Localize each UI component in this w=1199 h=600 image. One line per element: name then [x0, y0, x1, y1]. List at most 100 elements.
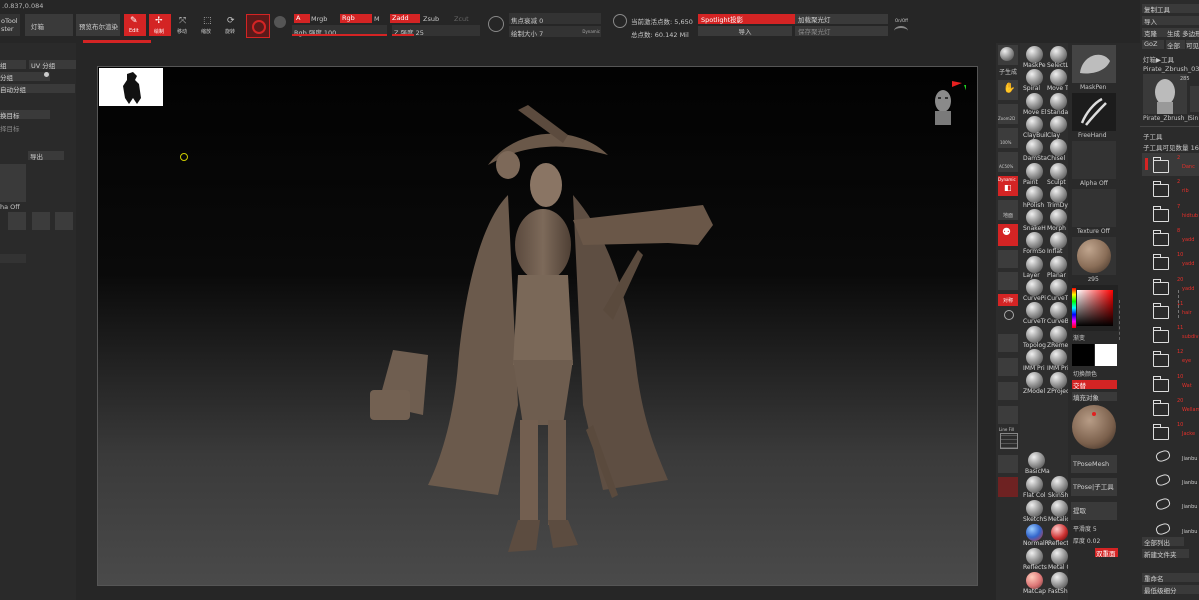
ac50-button[interactable]: AC50% [998, 152, 1018, 172]
scroll-button[interactable] [998, 45, 1018, 65]
subtool-item[interactable]: 20 yadd [1142, 275, 1199, 298]
subtool-item[interactable]: Jianbu [1142, 493, 1199, 516]
mode-m-toggle[interactable]: M [374, 15, 380, 23]
lightbox-button[interactable]: 灯箱 [25, 14, 73, 36]
alpha-tool-icon-2[interactable] [32, 212, 50, 230]
zcut-toggle[interactable]: Zcut [454, 15, 469, 23]
alpha-preview[interactable] [0, 164, 26, 202]
mode-rgb-toggle[interactable]: Rgb [340, 14, 372, 23]
brush-item[interactable]: IMM Pri [1023, 348, 1047, 372]
subtool-item[interactable]: 20 Wellam [1142, 396, 1199, 419]
z-intensity-slider[interactable]: Z 强度 25 [392, 25, 480, 37]
zoom2d-button[interactable]: Zoom2D [998, 104, 1018, 124]
material-item[interactable]: NormalR [1023, 524, 1049, 547]
navigation-thumbnail[interactable] [99, 68, 163, 106]
list-all-button[interactable]: 全部列出 [1142, 537, 1184, 547]
option-dot-icon[interactable] [44, 72, 49, 77]
brush-item[interactable]: CurveTr [1023, 302, 1047, 325]
color-picker[interactable] [1072, 285, 1118, 331]
tpose-mesh-button[interactable]: TPoseMesh [1071, 455, 1117, 473]
subtool-item[interactable]: 2 Danc [1142, 153, 1199, 176]
subtool-item[interactable]: 11 hair [1142, 299, 1199, 322]
secondary-color-swatch[interactable] [1072, 344, 1094, 366]
zoom-button[interactable]: ✋ [998, 80, 1018, 100]
maskpen-preview[interactable] [1072, 45, 1116, 83]
select-target-button[interactable]: 择目标 [0, 123, 20, 133]
freehand-stroke-preview[interactable] [1072, 93, 1116, 131]
hue-strip[interactable] [1072, 288, 1076, 328]
orientation-gizmo[interactable] [930, 79, 970, 129]
auto-groups-button[interactable]: 自动分组 [0, 84, 75, 94]
all-button[interactable]: 全部 [1166, 40, 1185, 50]
swap-target-button[interactable]: 换目标 [0, 110, 50, 120]
subtool-item[interactable]: 12 eye [1142, 347, 1199, 370]
focal-shift-slider[interactable]: 焦点衰减 0 [509, 13, 601, 25]
tool-name-panel[interactable]: oTool ster [0, 14, 20, 36]
brush-item[interactable]: DamSta [1023, 139, 1047, 162]
secondary-thumbnail[interactable] [1190, 86, 1199, 112]
import-tool-button[interactable]: 导入 [1142, 16, 1199, 26]
brush-item[interactable]: Move El [1023, 92, 1047, 116]
transp-button[interactable] [998, 455, 1018, 473]
floor-button[interactable]: 地面 [998, 200, 1018, 220]
subtool-item[interactable]: 11 subdiv [1142, 323, 1199, 346]
stroke-icon[interactable] [488, 16, 504, 32]
scale-3d-button[interactable] [998, 382, 1018, 400]
subtool-item[interactable]: 2 rib [1142, 177, 1199, 200]
brush-sphere-preview[interactable] [1072, 405, 1116, 449]
scale-button[interactable]: ⬚ 缩放 [199, 14, 219, 36]
brush-item[interactable]: ZModel [1023, 372, 1047, 395]
alpha-tool-icon-1[interactable] [8, 212, 26, 230]
brush-item[interactable]: Layer [1023, 255, 1047, 279]
material-slot[interactable] [1072, 237, 1116, 275]
primary-color-swatch[interactable] [1095, 344, 1117, 366]
draw-button[interactable]: ✢ 绘制 [149, 14, 171, 36]
fill-object-button[interactable]: 填充对象 [1072, 392, 1117, 402]
move-3d-button[interactable] [998, 358, 1018, 376]
subtool-item[interactable]: Jianbu [1142, 445, 1199, 468]
make-polymesh-button[interactable]: 生成 多边形网 [1166, 28, 1199, 37]
extract-button[interactable]: 提取 [1071, 502, 1117, 520]
local-button[interactable]: ⚉ [998, 224, 1018, 246]
smooth-slider[interactable]: 平滑度 5 [1073, 524, 1097, 533]
rotate-button[interactable]: ⟳ 旋转 [223, 14, 243, 36]
brush-item[interactable]: SnakeH [1023, 209, 1047, 232]
mode-mrgb-toggle[interactable]: Mrgb [311, 15, 327, 23]
preview-render-button[interactable]: 预览布尔渲染 [76, 14, 120, 36]
subtool-item[interactable]: 10 Wat [1142, 372, 1199, 395]
material-item[interactable]: BasicMa [1025, 452, 1050, 475]
save-spotlight-button[interactable]: 保存聚光灯 [795, 26, 888, 36]
brush-item[interactable]: ClayBuil [1023, 115, 1047, 139]
material-dot-icon[interactable] [274, 16, 286, 28]
rotate-axis-icon[interactable] [1004, 310, 1014, 320]
sym-button[interactable]: 对称 [998, 294, 1018, 306]
alpha-tool-icon-3[interactable] [55, 212, 73, 230]
xyz-button[interactable] [998, 272, 1018, 290]
subtool-header[interactable]: 子工具 [1143, 131, 1163, 141]
rename-button[interactable]: 重命名 [1142, 573, 1199, 583]
brush-item[interactable]: FormSo [1023, 232, 1047, 255]
clone-button[interactable]: 克隆 [1142, 28, 1166, 38]
lowest-subdiv-button[interactable]: 最低级细分 [1142, 585, 1199, 595]
lsym-button[interactable] [998, 250, 1018, 268]
import-spotlight-button[interactable]: 导入 [698, 26, 792, 36]
alpha-slot[interactable] [1072, 141, 1116, 179]
spotlight-button[interactable]: Spotlight投影 [698, 14, 795, 24]
brush-item[interactable]: Topolog [1023, 325, 1047, 349]
draw-size-slider[interactable]: 绘制大小 7 Dynamic [509, 26, 601, 38]
brush-item[interactable]: hPolish [1023, 185, 1047, 209]
material-item[interactable]: MatCap [1023, 572, 1047, 595]
rgb-intensity-slider[interactable]: Rgb 强度 100 [292, 25, 387, 37]
switch-color-button[interactable]: 切换颜色 [1073, 369, 1097, 378]
brush-item[interactable]: CurvePi [1023, 279, 1047, 302]
copy-tool-button[interactable]: 复制工具 [1142, 4, 1199, 14]
goz-button[interactable]: GoZ [1142, 40, 1164, 49]
canvas-viewport[interactable] [97, 66, 978, 586]
dynamic-button[interactable]: Dynamic ◧ [998, 176, 1018, 196]
move-button[interactable]: ⤧ 移动 [175, 14, 195, 36]
edit-button[interactable]: ✎ Edit [124, 14, 146, 36]
subtool-item[interactable]: 10 Jacke [1142, 420, 1199, 443]
subtool-item[interactable]: Jianbu [1142, 469, 1199, 492]
subtool-item[interactable]: 7 hidtub [1142, 202, 1199, 225]
color-swatch-button[interactable] [246, 14, 270, 38]
